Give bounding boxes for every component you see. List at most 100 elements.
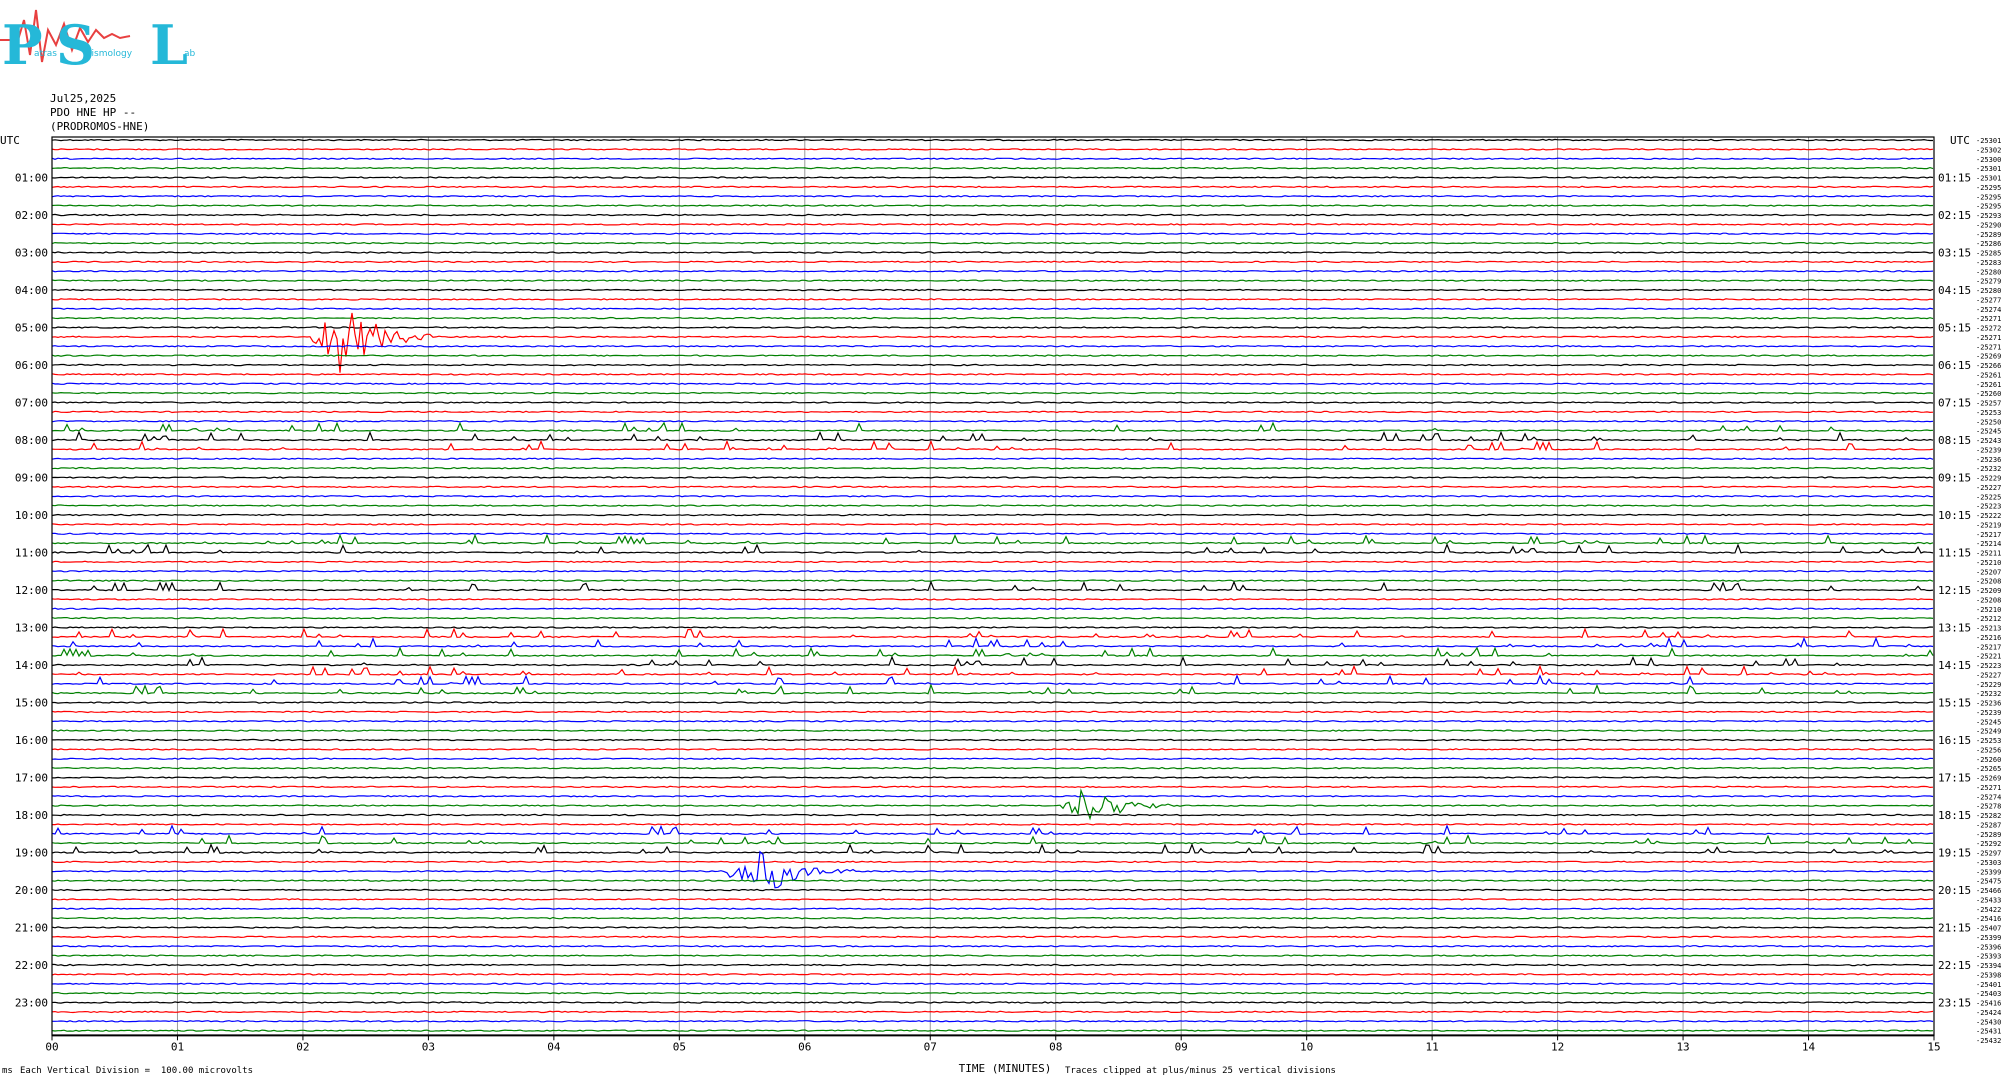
left-hour-label-2: 02:00: [15, 209, 48, 222]
right-offset-12: -25285: [1976, 250, 2001, 258]
right-offset-48: -25209: [1976, 587, 2001, 595]
trace-16: [51, 288, 1934, 292]
trace-5: [51, 185, 1934, 189]
trace-41: [51, 523, 1934, 526]
left-hour-label-14: 14:00: [15, 659, 48, 672]
trace-42: [51, 532, 1934, 535]
x-axis-title: TIME (MINUTES): [959, 1062, 1052, 1075]
trace-53: [51, 627, 1934, 639]
right-offset-1: -25302: [1976, 146, 2001, 154]
left-hour-label-8: 08:00: [15, 434, 48, 447]
right-offset-17: -25277: [1976, 296, 2001, 304]
right-hour-label-21: 21:15: [1938, 922, 1971, 935]
trace-22: [51, 345, 1934, 348]
trace-52: [51, 626, 1934, 629]
right-offset-38: -25225: [1976, 493, 2001, 501]
trace-55: [51, 646, 1934, 658]
trace-15: [51, 279, 1934, 282]
right-offset-86: -25396: [1976, 943, 2001, 951]
trace-82: [51, 907, 1934, 910]
trace-40: [51, 513, 1934, 517]
plot-frame: [51, 136, 1935, 1041]
trace-64: [52, 738, 1934, 742]
x-tick-label-12: 12: [1551, 1040, 1564, 1053]
left-hour-label-11: 11:00: [15, 547, 48, 560]
trace-26: [51, 382, 1934, 385]
right-offset-35: -25232: [1976, 465, 2001, 473]
trace-48: [52, 580, 1934, 593]
right-offset-5: -25295: [1976, 184, 2001, 192]
x-tick-label-2: 02: [296, 1040, 309, 1053]
right-offset-94: -25430: [1976, 1018, 2001, 1026]
right-offset-79: -25475: [1976, 878, 2001, 886]
right-offset-62: -25245: [1976, 718, 2001, 726]
trace-60: [52, 701, 1934, 704]
x-tick-label-13: 13: [1676, 1040, 1689, 1053]
right-offset-77: -25303: [1976, 859, 2001, 867]
right-offset-23: -25269: [1976, 353, 2001, 361]
trace-73: [52, 823, 1934, 826]
right-offset-6: -25295: [1976, 193, 2001, 201]
x-tick-label-1: 01: [171, 1040, 184, 1053]
right-offset-24: -25266: [1976, 362, 2001, 370]
right-offset-18: -25274: [1976, 306, 2001, 314]
x-tick-label-8: 08: [1049, 1040, 1062, 1053]
right-offset-27: -25260: [1976, 390, 2001, 398]
right-offset-81: -25433: [1976, 896, 2001, 904]
right-offset-74: -25289: [1976, 831, 2001, 839]
trace-86: [51, 945, 1934, 948]
left-hour-label-9: 09:00: [15, 472, 48, 485]
trace-25: [51, 373, 1934, 376]
trace-11: [51, 241, 1933, 245]
trace-24: [51, 363, 1933, 367]
left-hour-label-15: 15:00: [15, 697, 48, 710]
scale-note: Each Vertical Division = 100.00 microvol…: [20, 1066, 253, 1076]
right-hour-label-23: 23:15: [1938, 997, 1971, 1010]
trace-31: [51, 421, 1934, 433]
right-offset-96: -25432: [1976, 1037, 2001, 1045]
left-hour-label-22: 22:00: [15, 959, 48, 972]
trace-90: [51, 982, 1934, 985]
right-offset-80: -25466: [1976, 887, 2001, 895]
right-offset-78: -25399: [1976, 868, 2001, 876]
corner-label: ms: [2, 1066, 13, 1076]
right-offset-42: -25217: [1976, 531, 2001, 539]
left-axis-title: UTC: [0, 134, 20, 147]
trace-59: [51, 683, 1933, 695]
right-offset-95: -25431: [1976, 1028, 2001, 1036]
trace-44: [51, 542, 1934, 554]
right-offset-92: -25416: [1976, 1000, 2001, 1008]
right-offset-90: -25401: [1976, 981, 2001, 989]
trace-57: [51, 664, 1934, 676]
right-offset-45: -25210: [1976, 559, 2001, 567]
trace-28: [51, 401, 1934, 404]
right-offset-84: -25407: [1976, 925, 2001, 933]
trace-7: [51, 204, 1934, 207]
trace-37: [51, 485, 1934, 489]
right-offset-19: -25271: [1976, 315, 2001, 323]
left-hour-label-17: 17:00: [15, 772, 48, 785]
x-tick-label-0: 00: [45, 1040, 58, 1053]
right-offset-21: -25271: [1976, 334, 2001, 342]
trace-51: [51, 616, 1934, 620]
left-hour-label-4: 04:00: [15, 284, 48, 297]
right-offset-13: -25283: [1976, 259, 2001, 267]
right-offset-63: -25249: [1976, 728, 2001, 736]
right-offset-4: -25301: [1976, 175, 2001, 183]
trace-54: [51, 636, 1934, 648]
right-offset-57: -25227: [1976, 671, 2001, 679]
trace-0: [51, 138, 1933, 142]
right-offset-15: -25279: [1976, 278, 2001, 286]
right-offset-69: -25271: [1976, 784, 2001, 792]
left-hour-label-13: 13:00: [15, 622, 48, 635]
right-hour-label-14: 14:15: [1938, 659, 1971, 672]
right-offset-54: -25217: [1976, 643, 2001, 651]
right-hour-label-15: 15:15: [1938, 697, 1971, 710]
trace-17: [51, 298, 1934, 301]
right-offset-72: -25282: [1976, 812, 2001, 820]
right-offset-46: -25207: [1976, 568, 2001, 576]
left-hour-label-6: 06:00: [15, 359, 48, 372]
left-hour-label-20: 20:00: [15, 884, 48, 897]
trace-23: [51, 354, 1934, 357]
right-offset-28: -25257: [1976, 400, 2001, 408]
